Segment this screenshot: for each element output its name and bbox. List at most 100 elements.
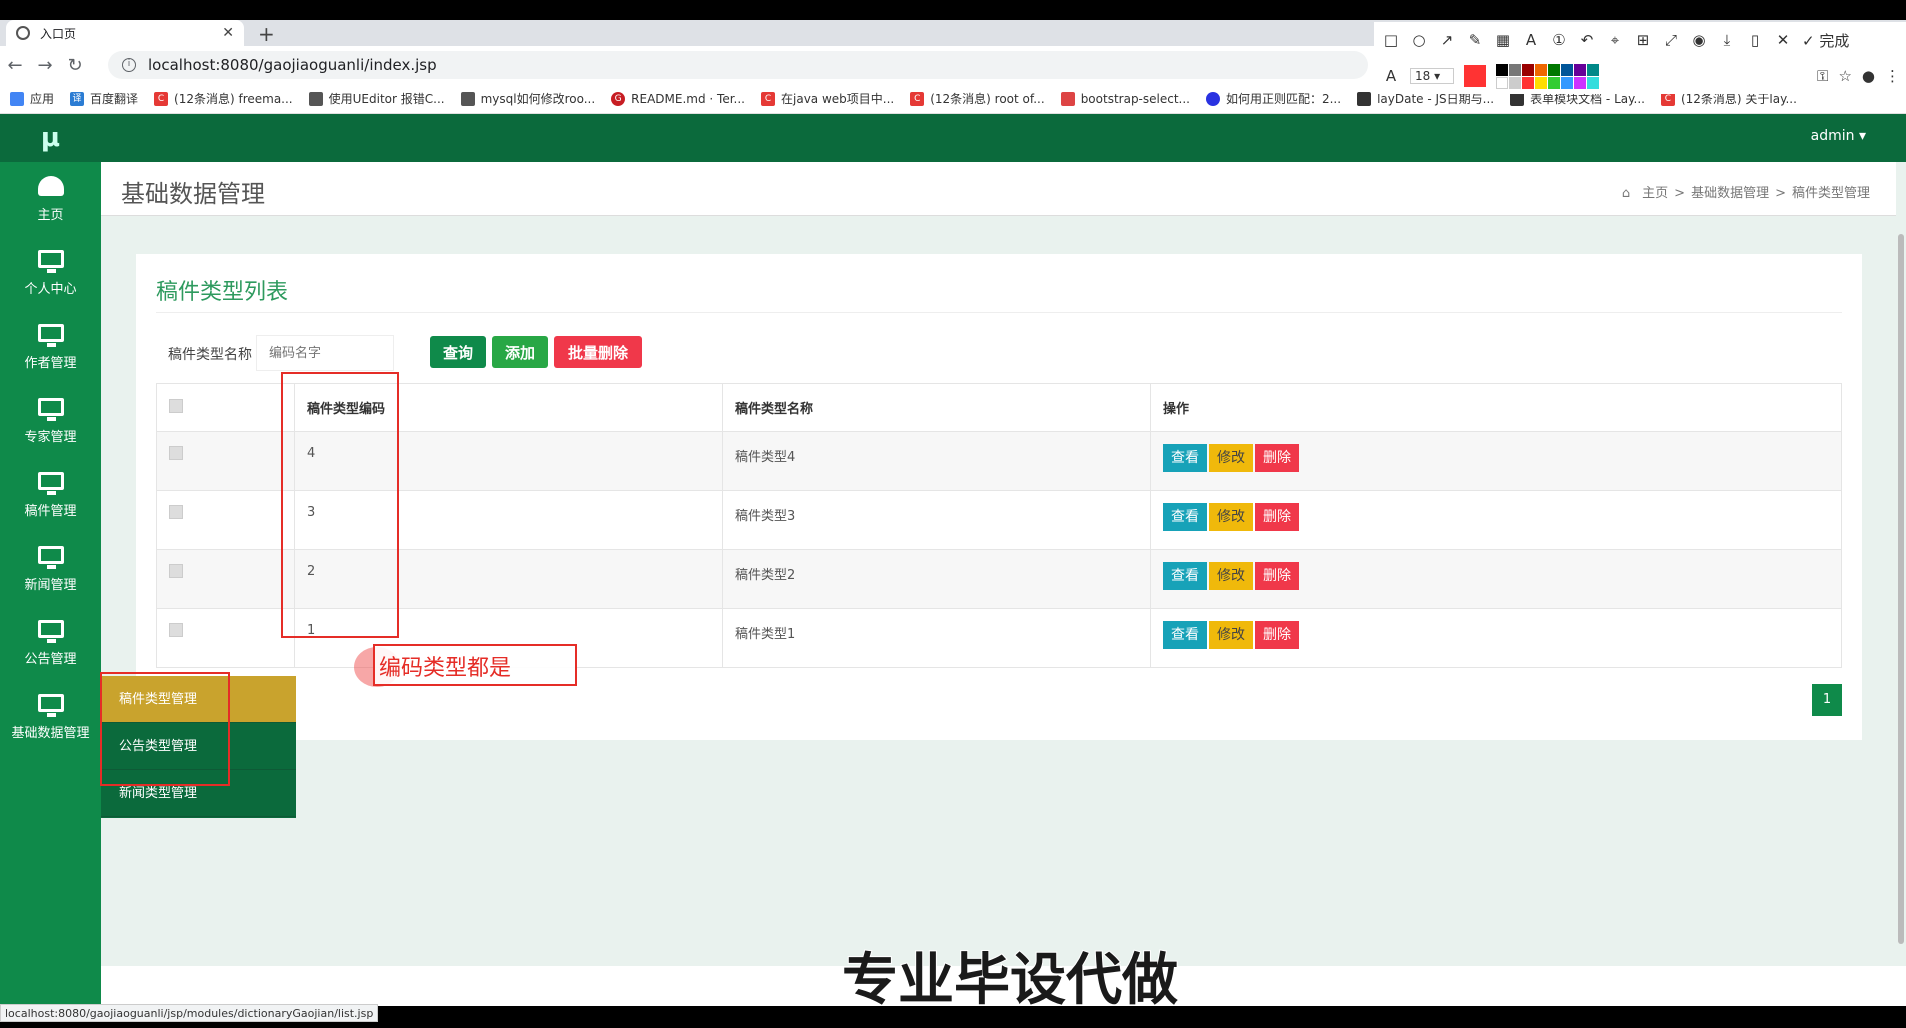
page-title-bar: 基础数据管理 ⌂ 主页 > 基础数据管理 > 稿件类型管理	[101, 162, 1896, 216]
bookmark-icon	[308, 91, 323, 106]
monitor-icon	[37, 545, 64, 569]
menu-icon[interactable]: ⋮	[1885, 67, 1900, 85]
pen-tool-icon[interactable]: ✎	[1466, 31, 1484, 49]
number-tool-icon[interactable]: ①	[1550, 31, 1568, 49]
query-button[interactable]: 查询	[430, 336, 486, 368]
view-button[interactable]: 查看	[1163, 503, 1207, 531]
sidebar-item-label: 稿件管理	[24, 503, 77, 519]
record-icon[interactable]: ◉	[1690, 31, 1708, 49]
view-button[interactable]: 查看	[1163, 562, 1207, 590]
sidebar-item-basic-data[interactable]: 基础数据管理	[0, 680, 101, 754]
star-icon[interactable]: ☆	[1838, 67, 1851, 85]
user-menu[interactable]: admin ▾	[1811, 128, 1866, 144]
page-button[interactable]: 1	[1812, 684, 1842, 716]
sidebar-item-news[interactable]: 新闻管理	[0, 532, 101, 606]
pin-icon[interactable]: ⌖	[1606, 31, 1624, 49]
sidebar-item-home[interactable]: 主页	[0, 162, 101, 236]
view-button[interactable]: 查看	[1163, 621, 1207, 649]
column-header[interactable]: 稿件类型名称	[722, 383, 1151, 432]
done-button[interactable]: ✓ 完成	[1802, 30, 1849, 51]
key-icon[interactable]: ⚿	[1817, 67, 1828, 85]
mosaic-tool-icon[interactable]: ▦	[1494, 31, 1512, 49]
filter-label: 稿件类型名称	[168, 347, 252, 363]
add-button[interactable]: 添加	[492, 336, 548, 368]
bookmark-icon: C	[154, 91, 169, 106]
breadcrumb-home[interactable]: 主页	[1642, 186, 1668, 201]
edit-button[interactable]: 修改	[1209, 503, 1253, 531]
delete-button[interactable]: 删除	[1255, 444, 1299, 472]
font-size-icon: A	[1385, 67, 1397, 85]
info-icon[interactable]: i	[122, 58, 136, 72]
select-all-checkbox[interactable]	[169, 398, 183, 413]
bookmark-icon: 译	[70, 91, 85, 106]
row-select-cell	[156, 608, 295, 668]
row-select-cell	[156, 549, 295, 609]
new-tab-icon[interactable]: +	[258, 22, 275, 46]
edit-button[interactable]: 修改	[1209, 444, 1253, 472]
actions-cell: 查看 修改 删除	[1150, 431, 1842, 491]
tab-title: 入口页	[40, 26, 77, 41]
actions-cell: 查看 修改 删除	[1150, 549, 1842, 609]
bookmark-icon	[1357, 91, 1372, 106]
row-checkbox[interactable]	[169, 623, 183, 637]
sidebar-item-experts[interactable]: 专家管理	[0, 384, 101, 458]
logo: μ	[0, 114, 101, 162]
bookmark-item[interactable]: C 在java web项目中...	[761, 90, 894, 107]
bookmark-item[interactable]: 使用UEditor 报错C...	[308, 90, 445, 107]
batch-delete-button[interactable]: 批量删除	[554, 336, 642, 368]
delete-button[interactable]: 删除	[1255, 503, 1299, 531]
row-checkbox[interactable]	[169, 446, 183, 460]
bookmark-label: 百度翻译	[90, 92, 139, 106]
monitor-icon	[37, 693, 64, 717]
sidebar-item-profile[interactable]: 个人中心	[0, 236, 101, 310]
sidebar-item-label: 个人中心	[24, 281, 77, 297]
bookmark-label: README.md · Ter...	[631, 91, 745, 106]
bookmark-label: 使用UEditor 报错C...	[328, 92, 445, 106]
arrow-tool-icon[interactable]: ↗	[1438, 31, 1456, 49]
delete-button[interactable]: 删除	[1255, 621, 1299, 649]
breadcrumb-item[interactable]: 基础数据管理	[1691, 186, 1769, 201]
forward-icon[interactable]: →	[30, 55, 60, 76]
sidebar-item-notices[interactable]: 公告管理	[0, 606, 101, 680]
rectangle-tool-icon[interactable]: □	[1382, 31, 1400, 49]
row-checkbox[interactable]	[169, 564, 183, 578]
bookmark-item[interactable]: mysql如何修改roo...	[460, 90, 595, 107]
ellipse-tool-icon[interactable]: ○	[1410, 31, 1428, 49]
close-icon[interactable]: ✕	[222, 25, 234, 41]
browser-tab[interactable]: 入口页 ✕	[6, 20, 244, 46]
text-tool-icon[interactable]: A	[1522, 31, 1540, 49]
back-icon[interactable]: ←	[0, 55, 30, 76]
current-color-swatch[interactable]	[1464, 65, 1486, 87]
expand-icon[interactable]: ⤢	[1662, 31, 1680, 49]
delete-button[interactable]: 删除	[1255, 562, 1299, 590]
bookmark-item[interactable]: 应用	[10, 90, 54, 107]
bookmark-item[interactable]: C (12条消息) freema...	[154, 90, 293, 107]
bookmark-item[interactable]: bootstrap-select...	[1060, 91, 1190, 106]
type-name-input[interactable]	[256, 335, 394, 371]
edit-button[interactable]: 修改	[1209, 562, 1253, 590]
close-icon[interactable]: ✕	[1774, 31, 1792, 49]
monitor-icon	[37, 249, 64, 273]
url-input[interactable]: i localhost:8080/gaojiaoguanli/index.jsp	[108, 51, 1368, 79]
sidebar-item-authors[interactable]: 作者管理	[0, 310, 101, 384]
sidebar-item-manuscripts[interactable]: 稿件管理	[0, 458, 101, 532]
download-icon[interactable]: ⤓	[1718, 31, 1736, 49]
breadcrumb: ⌂ 主页 > 基础数据管理 > 稿件类型管理	[1621, 186, 1870, 201]
dashboard-icon	[37, 175, 64, 196]
font-size-select[interactable]: 18 ▾	[1410, 68, 1454, 84]
bookmark-label: 如何用正则匹配：2...	[1225, 92, 1342, 106]
bookmark-item[interactable]: C (12条消息) root of...	[910, 90, 1045, 107]
scrollbar[interactable]	[1898, 234, 1904, 944]
reload-icon[interactable]: ↻	[60, 55, 90, 76]
save-icon[interactable]: ▯	[1746, 31, 1764, 49]
edit-button[interactable]: 修改	[1209, 621, 1253, 649]
row-checkbox[interactable]	[169, 505, 183, 519]
bookmark-item[interactable]: 译百度翻译	[70, 90, 138, 107]
view-button[interactable]: 查看	[1163, 444, 1207, 472]
ocr-icon[interactable]: ⊞	[1634, 31, 1652, 49]
color-palette[interactable]	[1496, 63, 1599, 89]
profile-icon[interactable]: ●	[1862, 67, 1875, 85]
bookmark-item[interactable]: 如何用正则匹配：2...	[1205, 90, 1342, 107]
undo-icon[interactable]: ↶	[1578, 31, 1596, 49]
bookmark-item[interactable]: G README.md · Ter...	[611, 91, 745, 106]
